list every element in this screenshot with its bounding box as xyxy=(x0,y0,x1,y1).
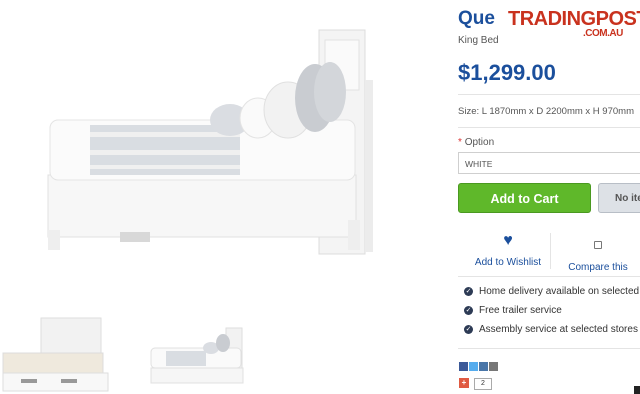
heart-icon: ♥ xyxy=(503,232,513,249)
compare-label: Compare this xyxy=(568,262,628,273)
no-item-button[interactable]: No ite xyxy=(598,183,640,213)
product-subtitle: King Bed xyxy=(458,35,499,46)
divider xyxy=(458,276,640,277)
check-circle-icon: ✓ xyxy=(464,305,473,315)
thumbnail-2[interactable] xyxy=(140,312,252,394)
feature-item: ✓ Home delivery available on selected pr xyxy=(464,286,640,297)
wishlist-label: Add to Wishlist xyxy=(474,257,542,268)
compare-link[interactable]: Compare this xyxy=(558,236,638,273)
google-plus-count: 2 xyxy=(474,378,492,390)
product-size: Size: L 1870mm x D 2200mm x H 970mm xyxy=(458,106,634,117)
product-title: Que xyxy=(458,8,495,29)
divider xyxy=(458,348,640,349)
option-select[interactable]: WHITE xyxy=(458,152,640,174)
divider xyxy=(550,233,551,269)
option-label: * Option xyxy=(458,137,495,148)
feature-item: ✓ Assembly service at selected stores xyxy=(464,324,638,335)
divider xyxy=(458,127,640,128)
add-to-cart-button[interactable]: Add to Cart xyxy=(458,183,591,213)
main-product-image[interactable] xyxy=(30,20,420,280)
google-plus-button[interactable]: + xyxy=(459,378,469,388)
feature-item: ✓ Free trailer service xyxy=(464,305,562,316)
check-circle-icon: ✓ xyxy=(464,324,473,334)
corner-element xyxy=(634,386,640,394)
watermark-logo: TRADINGPOST .COM.AU xyxy=(508,8,640,39)
thumbnail-1[interactable] xyxy=(0,312,122,394)
twitter-icon[interactable] xyxy=(469,362,478,371)
facebook-icon[interactable] xyxy=(459,362,468,371)
email-icon[interactable] xyxy=(489,362,498,371)
product-gallery xyxy=(0,0,440,394)
product-price: $1,299.00 xyxy=(458,60,556,85)
divider xyxy=(458,94,640,95)
compare-checkbox[interactable] xyxy=(594,241,602,249)
share-icon[interactable] xyxy=(479,362,488,371)
add-to-wishlist-link[interactable]: ♥ Add to Wishlist xyxy=(468,232,548,269)
product-info-panel: Que TRADINGPOST .COM.AU King Bed $1,299.… xyxy=(458,0,640,394)
check-circle-icon: ✓ xyxy=(464,286,473,296)
